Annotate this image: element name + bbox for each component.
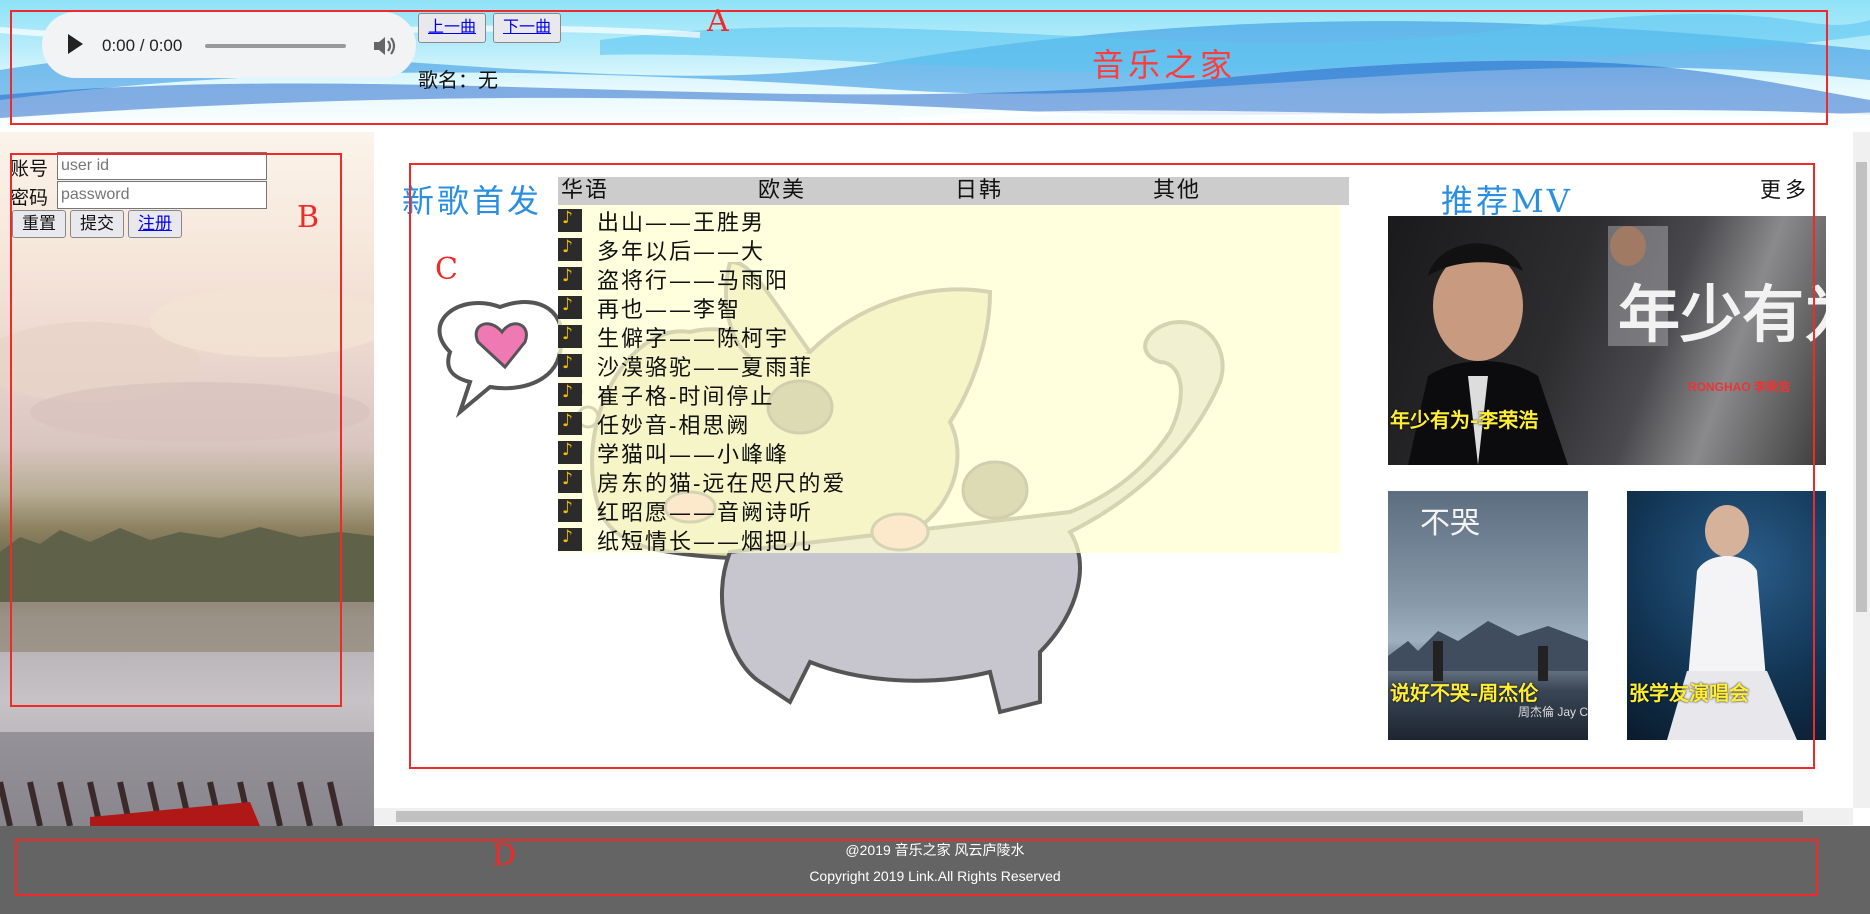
annotation-box-d (15, 839, 1818, 896)
scroll-thumb[interactable] (396, 811, 1803, 822)
annotation-label-b: B (297, 200, 320, 235)
vertical-scrollbar[interactable] (1853, 132, 1870, 808)
annotation-box-a (10, 10, 1828, 125)
annotation-label-a: A (707, 4, 729, 39)
scroll-thumb[interactable] (1856, 162, 1867, 612)
annotation-label-d: D (492, 838, 517, 873)
horizontal-scrollbar[interactable] (374, 808, 1853, 825)
annotation-box-c (409, 163, 1815, 769)
annotation-box-b (10, 153, 342, 707)
annotation-label-c: C (435, 252, 458, 287)
music-home-page: 0:00 / 0:00 上一曲 下一曲 歌名：无 音乐之家 账号 user id… (0, 0, 1870, 914)
